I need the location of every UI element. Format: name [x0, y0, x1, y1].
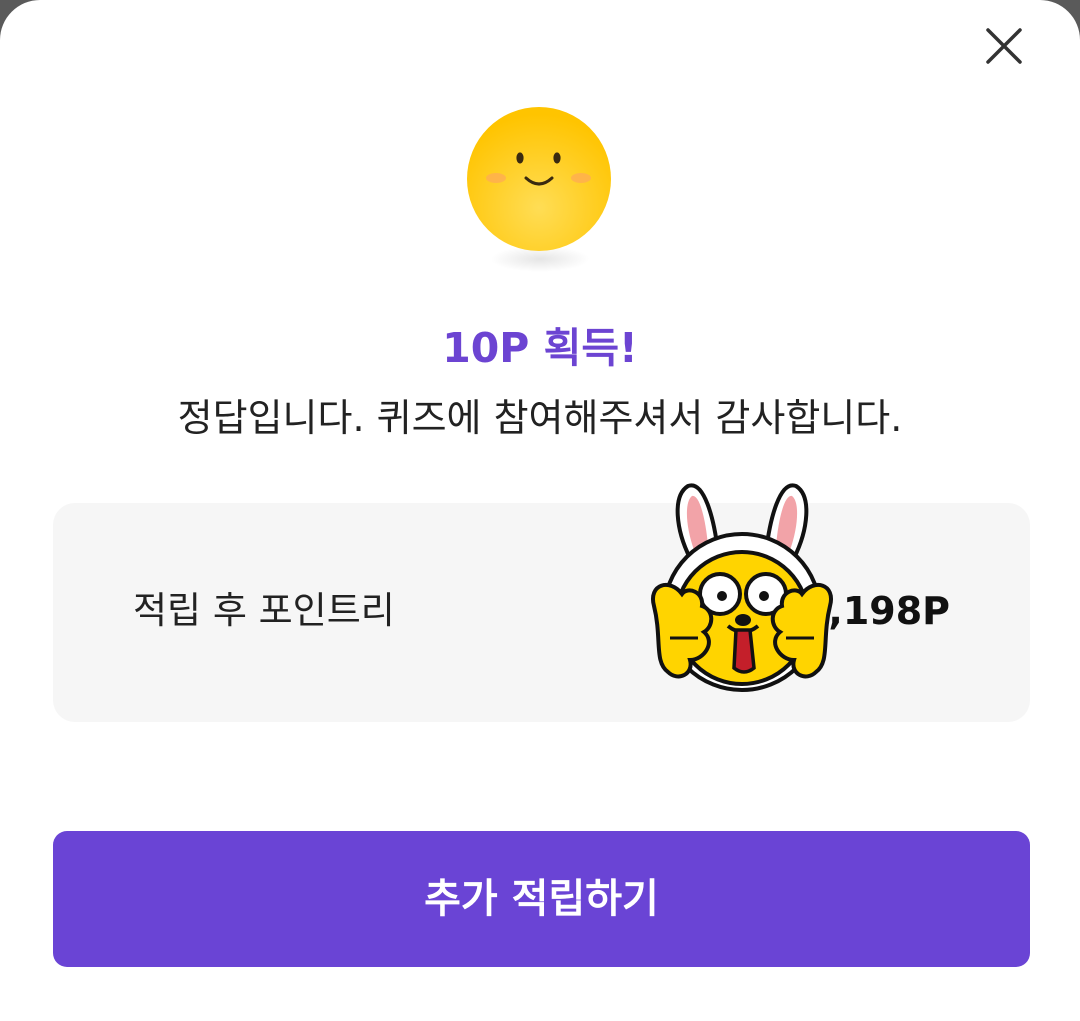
reward-message: 정답입니다. 퀴즈에 참여해주셔서 감사합니다.	[177, 396, 903, 440]
point-balance-label: 적립 후 포인트리	[133, 589, 395, 632]
point-balance-value: ,198P	[828, 589, 950, 633]
point-balance-card: 적립 후 포인트리 ,198P	[53, 503, 1030, 722]
smiley-face-icon	[466, 106, 612, 252]
reward-headline: 10P 획득!	[442, 324, 638, 372]
rabbit-character-sticker	[648, 478, 836, 706]
close-icon	[986, 28, 1022, 64]
earn-more-button[interactable]: 추가 적립하기	[53, 831, 1030, 967]
reward-dialog: 10P 획득! 정답입니다. 퀴즈에 참여해주셔서 감사합니다. 적립 후 포인…	[0, 0, 1080, 1021]
close-button[interactable]	[972, 14, 1036, 78]
